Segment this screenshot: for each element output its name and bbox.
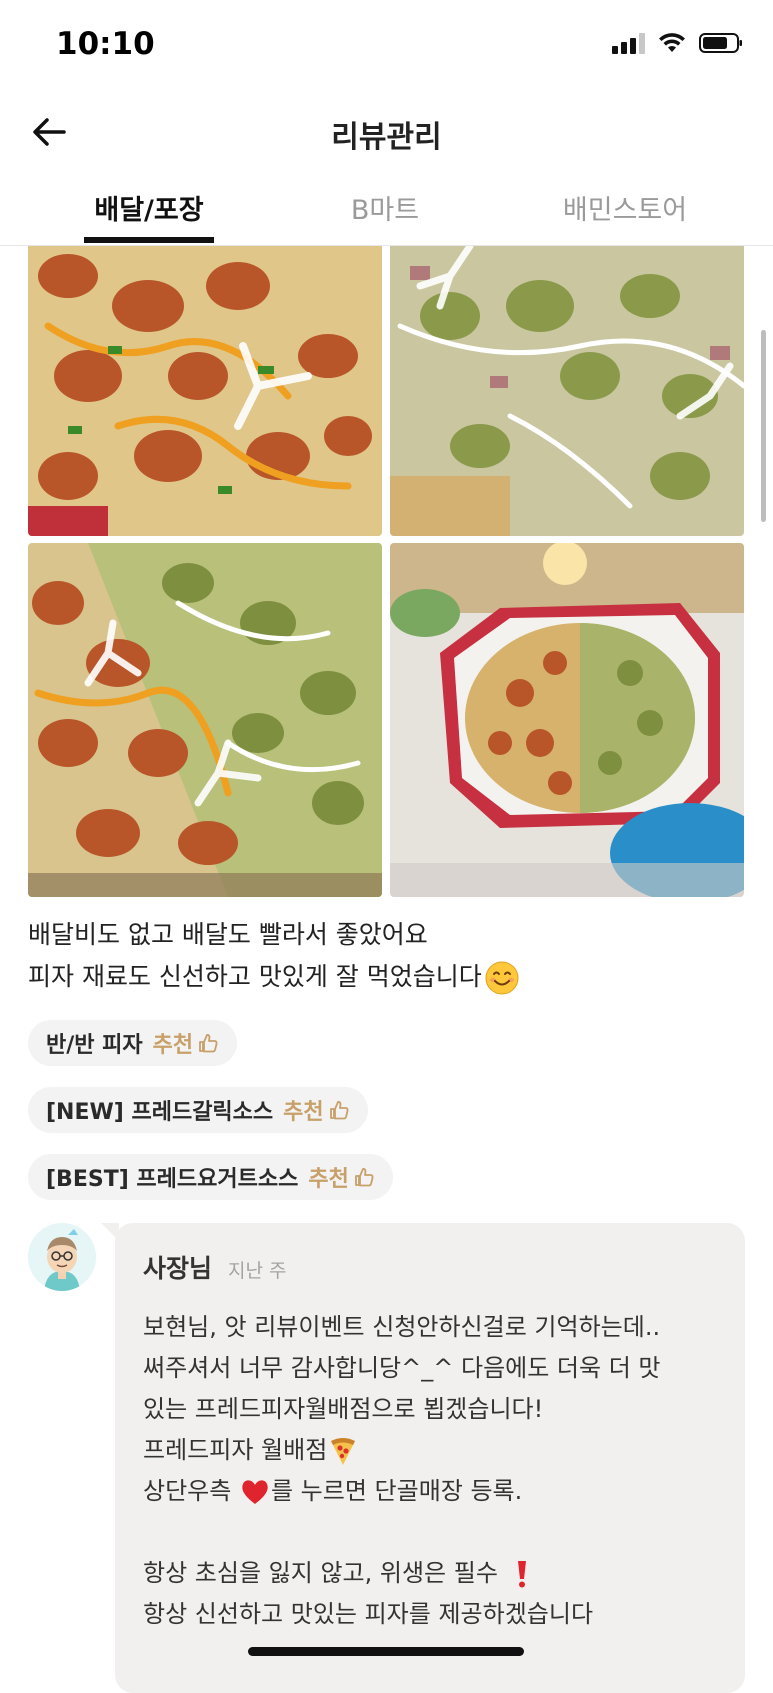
- scrollbar[interactable]: [761, 330, 766, 522]
- recommend-label: 추천: [308, 1167, 349, 1192]
- reply-line: 항상 신선하고 맛있는 피자를 제공하겠습니다: [143, 1600, 594, 1628]
- menu-tag[interactable]: [BEST] 프레드요거트소스 추천: [28, 1154, 393, 1200]
- menu-tag-name: 반/반 피자: [46, 1033, 143, 1058]
- app-header: 리뷰관리: [0, 90, 773, 170]
- reply-line: [143, 1512, 733, 1553]
- pizza-emoji-icon: [331, 1438, 356, 1465]
- wifi-icon: [659, 33, 685, 52]
- thumbs-up-icon: [199, 1034, 218, 1053]
- battery-icon: [699, 33, 742, 53]
- review-photo-pizza-box[interactable]: [390, 543, 744, 897]
- page-title: 리뷰관리: [331, 120, 442, 155]
- status-icons: [612, 32, 743, 54]
- review-photo-shrimp-pizza[interactable]: [28, 246, 382, 536]
- owner-avatar: [28, 1223, 96, 1291]
- home-indicator: [248, 1647, 524, 1656]
- menu-tag-name: [NEW] 프레드갈릭소스: [46, 1100, 274, 1125]
- review-text: 배달비도 없고 배달도 빨라서 좋았어요 피자 재료도 신선하고 맛있게 잘 먹…: [28, 914, 748, 998]
- tab-bar: 배달/포장 B마트 배민스토어: [0, 170, 773, 246]
- status-time: 10:10: [56, 26, 155, 62]
- review-photo-green-sauce-pizza[interactable]: [390, 246, 744, 536]
- reply-line: 보현님, 앗 리뷰이벤트 신청안하신걸로 기억하는데..: [143, 1313, 661, 1341]
- review-photo-grid: [28, 246, 744, 897]
- menu-tag[interactable]: 반/반 피자 추천: [28, 1020, 238, 1066]
- recommend-label: 추천: [283, 1100, 324, 1125]
- reply-line: 프레드피자 월배점: [143, 1430, 733, 1471]
- red-heart-icon: [242, 1480, 268, 1504]
- reply-line: 있는 프레드피자월배점으로 뵙겠습니다!: [143, 1395, 544, 1423]
- menu-tag-name: [BEST] 프레드요거트소스: [46, 1167, 299, 1192]
- tab-delivery-pickup[interactable]: 배달/포장: [84, 188, 214, 227]
- cellular-signal-icon: [612, 32, 645, 54]
- review-text-line: 배달비도 없고 배달도 빨라서 좋았어요: [28, 920, 428, 949]
- recommend-label: 추천: [152, 1033, 194, 1058]
- tab-bmart[interactable]: B마트: [330, 188, 440, 227]
- menu-tag[interactable]: [NEW] 프레드갈릭소스 추천: [28, 1087, 368, 1133]
- reply-line: 상단우측 를 누르면 단골매장 등록.: [143, 1471, 733, 1512]
- active-tab-indicator: [84, 237, 214, 243]
- owner-reply-bubble: 사장님 지난 주 보현님, 앗 리뷰이벤트 신청안하신걸로 기억하는데.. 써주…: [101, 1223, 745, 1693]
- reply-body: 보현님, 앗 리뷰이벤트 신청안하신걸로 기억하는데.. 써주셔서 너무 감사합…: [143, 1307, 733, 1635]
- review-photo-half-half-pizza[interactable]: [28, 543, 382, 897]
- thumbs-up-icon: [329, 1101, 349, 1120]
- tab-baemin-store[interactable]: 배민스토어: [545, 188, 705, 227]
- smiling-face-emoji-icon: [485, 961, 519, 995]
- thumbs-up-icon: [354, 1168, 374, 1187]
- reply-time: 지난 주: [228, 1260, 287, 1282]
- reply-line: 써주셔서 너무 감사합니당^_^ 다음에도 더욱 더 맛: [143, 1354, 661, 1382]
- status-bar: 10:10: [0, 0, 773, 90]
- exclamation-mark-icon: [517, 1561, 526, 1588]
- reply-author: 사장님: [143, 1254, 213, 1283]
- review-text-line: 피자 재료도 신선하고 맛있게 잘 먹었습니다: [28, 956, 748, 998]
- reply-line: 항상 초심을 잃지 않고, 위생은 필수: [143, 1553, 733, 1594]
